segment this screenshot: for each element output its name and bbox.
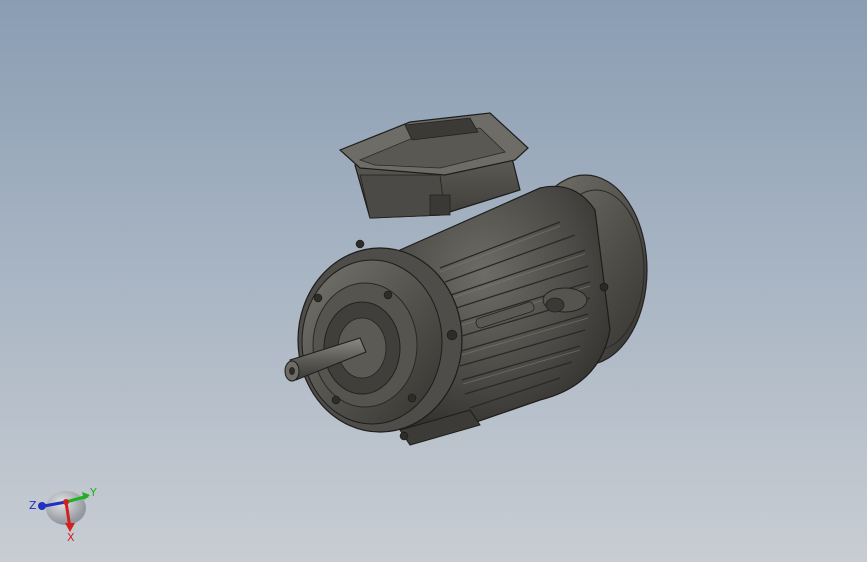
graphics-viewport[interactable]: Y Z X (0, 0, 867, 562)
orientation-triad[interactable]: Y Z X (29, 486, 97, 544)
bolt (446, 329, 458, 341)
electric-motor-model[interactable] (284, 112, 648, 446)
bolt (313, 293, 323, 303)
bolt (355, 239, 365, 249)
triad-x-label: X (67, 531, 75, 544)
3d-scene[interactable]: Y Z X (0, 0, 867, 562)
bolt (383, 290, 393, 300)
z-axis-end (38, 502, 46, 510)
triad-z-label: Z (29, 499, 37, 512)
bolt (399, 431, 409, 441)
bolt (331, 395, 341, 405)
bolt (407, 393, 417, 403)
triad-y-label: Y (89, 486, 97, 499)
terminal-box[interactable] (338, 112, 529, 219)
